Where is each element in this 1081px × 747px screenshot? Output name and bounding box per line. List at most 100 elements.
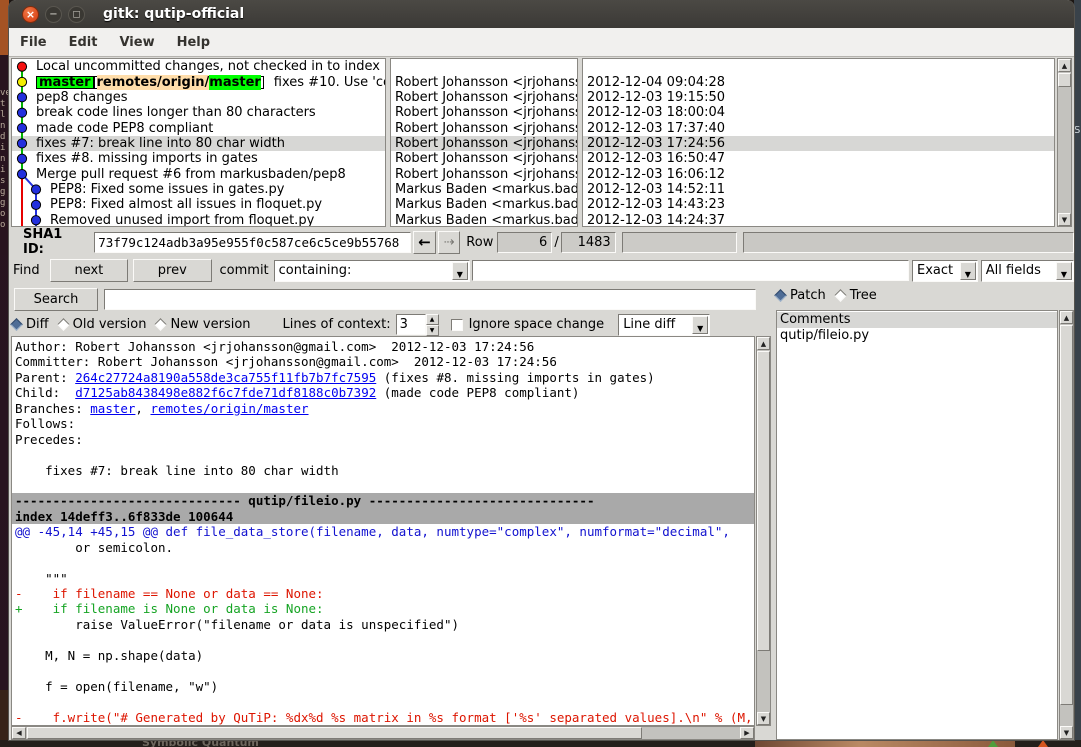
find-prev-button[interactable]: prev bbox=[133, 259, 211, 282]
scroll-up-icon[interactable]: ▲ bbox=[1060, 311, 1073, 324]
commit-date[interactable]: 2012-12-03 16:50:47 bbox=[583, 151, 1054, 166]
old-version-label[interactable]: Old version bbox=[73, 317, 147, 332]
commit-author[interactable]: Markus Baden <markus.bade bbox=[391, 182, 577, 197]
scroll-down-icon[interactable]: ▼ bbox=[1060, 726, 1073, 739]
scroll-right-icon[interactable]: ▶ bbox=[740, 727, 754, 739]
commit-date-pane[interactable]: 2012-12-04 09:04:282012-12-03 19:15:5020… bbox=[582, 58, 1055, 227]
context-spinner[interactable]: 3 ▲ ▼ bbox=[396, 314, 439, 336]
branch-ref-badge[interactable]: master bbox=[36, 76, 94, 89]
scroll-up-icon[interactable]: ▲ bbox=[757, 337, 770, 350]
spin-up-icon[interactable]: ▲ bbox=[426, 314, 439, 325]
patch-radio-label[interactable]: Patch bbox=[790, 288, 826, 303]
commit-row-subject[interactable]: PEP8: Fixed almost all issues in floquet… bbox=[12, 197, 385, 212]
tree-radio[interactable] bbox=[834, 289, 847, 302]
chevron-down-icon[interactable]: ▼ bbox=[692, 316, 708, 334]
diff-view[interactable]: Author: Robert Johansson <jrjohansson@gm… bbox=[11, 336, 755, 726]
commit-date[interactable]: 2012-12-03 17:24:56 bbox=[583, 136, 1054, 151]
commit-link[interactable]: 264c27724a8190a558de3ca755f11fb7b7fc7595 bbox=[75, 370, 376, 385]
find-query-input[interactable] bbox=[472, 260, 909, 281]
commit-link[interactable]: master bbox=[90, 401, 135, 416]
find-next-button[interactable]: next bbox=[50, 259, 128, 282]
line-diff-combobox[interactable]: Line diff ▼ bbox=[618, 314, 710, 336]
old-version-radio[interactable] bbox=[57, 318, 70, 331]
scroll-down-icon[interactable]: ▼ bbox=[1058, 213, 1071, 226]
maximize-button[interactable]: ◻ bbox=[68, 6, 85, 23]
commit-date[interactable] bbox=[583, 59, 1054, 74]
commit-date[interactable]: 2012-12-03 18:00:04 bbox=[583, 105, 1054, 120]
menu-edit[interactable]: Edit bbox=[58, 35, 109, 50]
menu-view[interactable]: View bbox=[108, 35, 165, 50]
commit-author[interactable]: Robert Johansson <jrjohansso bbox=[391, 105, 577, 120]
menu-help[interactable]: Help bbox=[166, 35, 221, 50]
commit-row-subject[interactable]: fixes #7: break line into 80 char width bbox=[12, 136, 385, 151]
containing-combobox[interactable]: containing: ▼ bbox=[274, 260, 470, 282]
tree-radio-label[interactable]: Tree bbox=[850, 288, 877, 303]
scrollbar-thumb[interactable] bbox=[757, 351, 770, 651]
search-input[interactable] bbox=[104, 289, 756, 310]
commit-author[interactable]: Robert Johansson <jrjohansso bbox=[391, 151, 577, 166]
diff-radio-label[interactable]: Diff bbox=[26, 317, 49, 332]
menu-file[interactable]: File bbox=[9, 35, 58, 50]
context-value[interactable]: 3 bbox=[396, 314, 426, 335]
patch-radio[interactable] bbox=[774, 289, 787, 302]
commit-subject-pane[interactable]: Local uncommitted changes, not checked i… bbox=[11, 58, 386, 227]
scroll-left-icon[interactable]: ◀ bbox=[12, 727, 26, 739]
chevron-down-icon[interactable]: ▼ bbox=[1056, 262, 1072, 280]
new-version-radio[interactable] bbox=[155, 318, 168, 331]
commit-link[interactable]: remotes/origin/master bbox=[150, 401, 308, 416]
fields-combobox[interactable]: All fields ▼ bbox=[981, 260, 1074, 282]
commit-date[interactable]: 2012-12-03 19:15:50 bbox=[583, 90, 1054, 105]
commit-date[interactable]: 2012-12-03 16:06:12 bbox=[583, 167, 1054, 182]
new-version-label[interactable]: New version bbox=[170, 317, 250, 332]
diff-h-scrollbar[interactable]: ◀ ▶ bbox=[11, 726, 755, 740]
commit-date[interactable]: 2012-12-03 17:37:40 bbox=[583, 120, 1054, 135]
diff-scrollbar[interactable]: ▲ ▼ bbox=[756, 336, 771, 726]
commit-author[interactable]: Robert Johansson <jrjohansso bbox=[391, 90, 577, 105]
commit-author[interactable] bbox=[391, 59, 577, 74]
commit-list-scrollbar[interactable]: ▲ ▼ bbox=[1057, 58, 1072, 227]
commit-row-subject[interactable]: Merge pull request #6 from markusbaden/p… bbox=[12, 167, 385, 182]
file-list-scrollbar[interactable]: ▲ ▼ bbox=[1059, 310, 1074, 740]
nav-back-button[interactable]: ← bbox=[413, 231, 436, 254]
file-list-item[interactable]: Comments bbox=[777, 312, 1057, 328]
minimize-button[interactable]: − bbox=[45, 6, 62, 23]
file-list-item[interactable]: qutip/fileio.py bbox=[777, 328, 1057, 344]
diff-radio[interactable] bbox=[10, 318, 23, 331]
commit-date[interactable]: 2012-12-04 09:04:28 bbox=[583, 74, 1054, 89]
commit-date[interactable]: 2012-12-03 14:24:37 bbox=[583, 213, 1054, 227]
commit-author[interactable]: Robert Johansson <jrjohansso bbox=[391, 74, 577, 89]
commit-row-subject[interactable]: masterremotes/origin/masterfixes #10. Us… bbox=[12, 74, 385, 89]
commit-row-subject[interactable]: fixes #8. missing imports in gates bbox=[12, 151, 385, 166]
sha1-input[interactable]: 73f79c124adb3a95e955f0c587ce6c5ce9b55768 bbox=[94, 232, 411, 253]
commit-row-subject[interactable]: break code lines longer than 80 characte… bbox=[12, 105, 385, 120]
commit-date[interactable]: 2012-12-03 14:43:23 bbox=[583, 197, 1054, 212]
commit-row-subject[interactable]: PEP8: Fixed some issues in gates.py bbox=[12, 182, 385, 197]
scroll-down-icon[interactable]: ▼ bbox=[757, 712, 770, 725]
commit-author[interactable]: Markus Baden <markus.bade bbox=[391, 213, 577, 227]
chevron-down-icon[interactable]: ▼ bbox=[452, 262, 468, 280]
search-button[interactable]: Search bbox=[14, 288, 98, 311]
commit-author[interactable]: Robert Johansson <jrjohansso bbox=[391, 136, 577, 151]
commit-link[interactable]: d7125ab8438498e882f6c7fde71df8188c0b7392 bbox=[75, 385, 376, 400]
nav-forward-button[interactable]: ⇢ bbox=[438, 231, 461, 254]
remote-ref-badge[interactable]: remotes/origin/master bbox=[94, 76, 264, 89]
close-button[interactable]: × bbox=[22, 6, 39, 23]
scroll-up-icon[interactable]: ▲ bbox=[1058, 59, 1071, 72]
commit-author[interactable]: Markus Baden <markus.bade bbox=[391, 197, 577, 212]
commit-row-subject[interactable]: Local uncommitted changes, not checked i… bbox=[12, 59, 385, 74]
commit-date[interactable]: 2012-12-03 14:52:11 bbox=[583, 182, 1054, 197]
commit-author-pane[interactable]: Robert Johansson <jrjohanssoRobert Johan… bbox=[390, 58, 578, 227]
file-list[interactable]: Commentsqutip/fileio.py bbox=[776, 310, 1058, 740]
commit-author[interactable]: Robert Johansson <jrjohansso bbox=[391, 167, 577, 182]
titlebar[interactable]: × − ◻ gitk: qutip-official bbox=[9, 0, 1074, 28]
scrollbar-thumb[interactable] bbox=[1058, 73, 1071, 87]
commit-row-subject[interactable]: pep8 changes bbox=[12, 90, 385, 105]
ignore-space-label[interactable]: Ignore space change bbox=[469, 317, 605, 332]
chevron-down-icon[interactable]: ▼ bbox=[960, 262, 976, 280]
commit-row-subject[interactable]: made code PEP8 compliant bbox=[12, 120, 385, 135]
scrollbar-thumb[interactable] bbox=[27, 727, 642, 739]
ignore-space-checkbox[interactable] bbox=[451, 319, 463, 331]
spin-down-icon[interactable]: ▼ bbox=[426, 325, 439, 336]
scrollbar-thumb[interactable] bbox=[1060, 325, 1073, 705]
match-mode-combobox[interactable]: Exact ▼ bbox=[912, 260, 978, 282]
